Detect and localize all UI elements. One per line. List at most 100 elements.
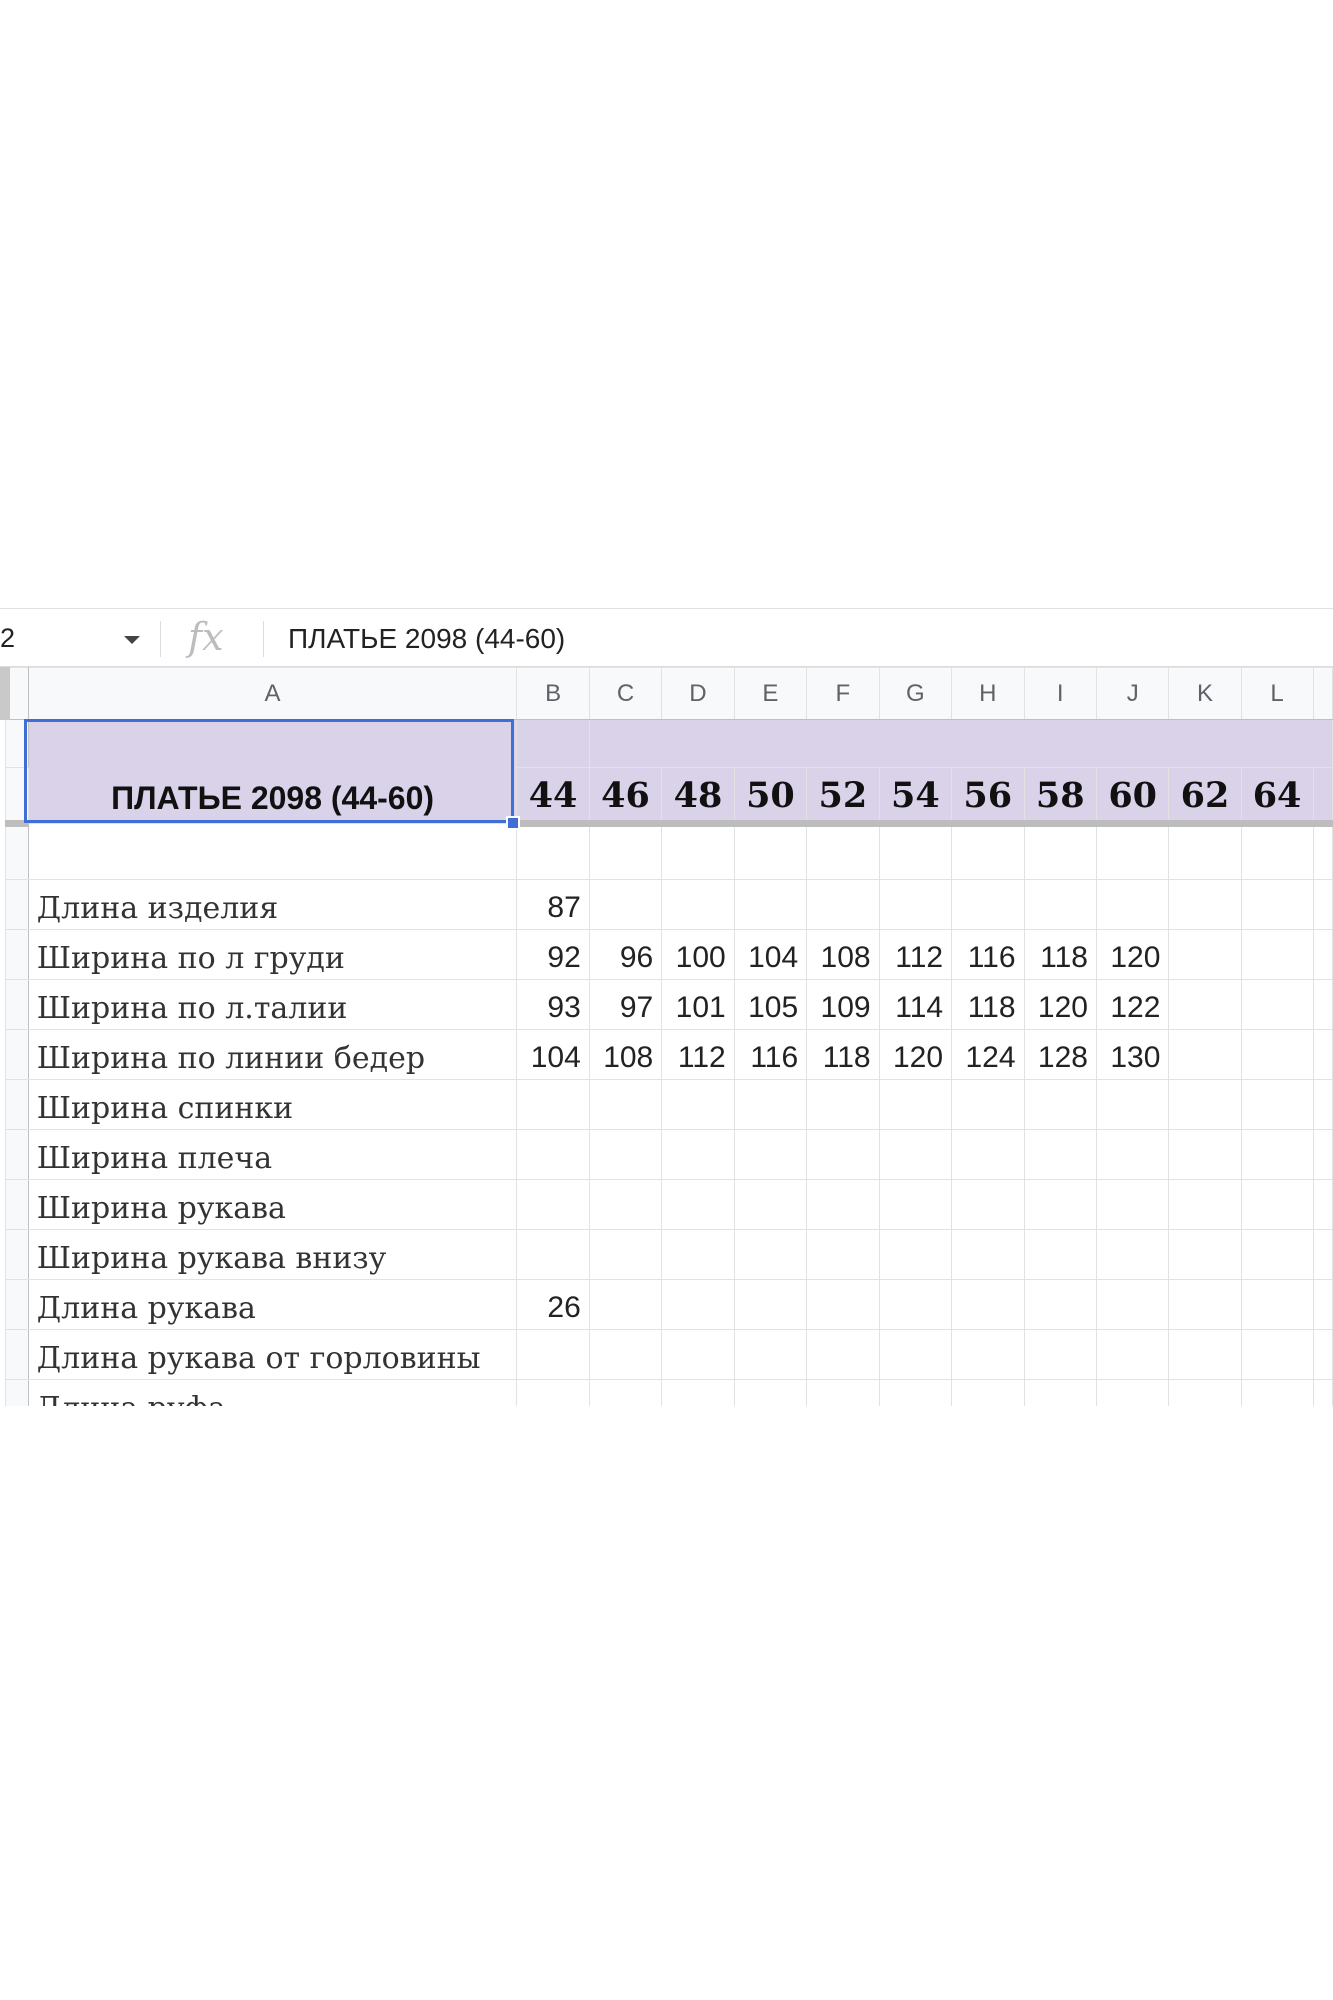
cell[interactable] (1312, 1279, 1333, 1330)
cell[interactable] (1240, 1029, 1314, 1080)
row-label[interactable]: Ширина по л груди (27, 929, 518, 980)
row-header[interactable] (4, 979, 29, 1030)
cell[interactable] (661, 1379, 735, 1406)
cell[interactable]: 118 (951, 979, 1025, 1030)
cell[interactable]: 104 (516, 1029, 590, 1080)
row-header[interactable] (4, 929, 29, 980)
cell[interactable]: 26 (516, 1279, 590, 1330)
cell[interactable]: 124 (951, 1029, 1025, 1080)
cell[interactable] (1023, 1179, 1097, 1230)
cell[interactable] (1312, 767, 1333, 827)
cell[interactable] (806, 1379, 880, 1406)
cell[interactable] (1312, 1179, 1333, 1230)
cell[interactable] (1240, 1129, 1314, 1180)
cell[interactable] (1168, 929, 1242, 980)
cell[interactable] (1240, 1229, 1314, 1280)
cell[interactable] (1023, 1129, 1097, 1180)
cell[interactable]: 128 (1023, 1029, 1097, 1080)
cell[interactable] (1168, 1379, 1242, 1406)
cell[interactable] (1312, 823, 1333, 880)
select-all-corner[interactable] (0, 667, 29, 720)
cell[interactable] (878, 1129, 953, 1180)
cell[interactable]: 108 (806, 929, 880, 980)
cell[interactable] (806, 1079, 880, 1130)
size-cell[interactable]: 62 (1168, 767, 1242, 827)
size-cell[interactable]: 64 (1240, 767, 1314, 827)
cell[interactable]: 116 (733, 1029, 808, 1080)
cell[interactable]: 104 (733, 929, 808, 980)
cell[interactable] (1168, 1129, 1242, 1180)
row-label[interactable]: Длина рукава от горловины (27, 1329, 518, 1380)
cell[interactable] (588, 879, 663, 930)
cell[interactable] (1312, 879, 1333, 930)
column-header[interactable]: B (516, 667, 590, 720)
size-cell[interactable]: 52 (806, 767, 880, 827)
row-header[interactable] (4, 879, 29, 930)
cell[interactable] (951, 879, 1025, 930)
cell[interactable] (733, 879, 808, 930)
row-header[interactable] (4, 1129, 29, 1180)
row-header[interactable] (4, 1179, 29, 1230)
column-header[interactable]: L (1240, 667, 1314, 720)
cell[interactable]: 112 (661, 1029, 735, 1080)
cell[interactable] (588, 823, 663, 880)
cell[interactable]: 122 (1095, 979, 1170, 1030)
cell[interactable] (1168, 1279, 1242, 1330)
row-label[interactable]: Ширина спинки (27, 1079, 518, 1130)
cell[interactable] (516, 1129, 590, 1180)
cell[interactable] (588, 1079, 663, 1130)
row-label[interactable]: Длина рукава (27, 1279, 518, 1330)
row-header[interactable] (4, 1029, 29, 1080)
row-header[interactable] (4, 1379, 29, 1406)
name-box[interactable]: 2 (0, 619, 155, 657)
cell[interactable] (1095, 823, 1170, 880)
cell[interactable]: 87 (516, 879, 590, 930)
row-label[interactable]: Ширина рукава внизу (27, 1229, 518, 1280)
cell[interactable] (588, 719, 1333, 768)
cell[interactable] (878, 1179, 953, 1230)
cell[interactable] (806, 1329, 880, 1380)
cell[interactable] (1168, 1029, 1242, 1080)
cell[interactable] (733, 1179, 808, 1230)
cell[interactable] (878, 1279, 953, 1330)
cell[interactable] (951, 1229, 1025, 1280)
cell[interactable] (588, 1179, 663, 1230)
cell[interactable]: 112 (878, 929, 953, 980)
cell[interactable]: 118 (806, 1029, 880, 1080)
cell[interactable] (878, 879, 953, 930)
cell[interactable]: 96 (588, 929, 663, 980)
cell[interactable]: 120 (1095, 929, 1170, 980)
cell[interactable] (951, 1379, 1025, 1406)
cell[interactable] (1312, 1379, 1333, 1406)
cell[interactable] (1240, 1079, 1314, 1130)
cell[interactable] (1023, 1329, 1097, 1380)
size-cell[interactable]: 46 (588, 767, 663, 827)
cell[interactable]: 114 (878, 979, 953, 1030)
cell[interactable] (1312, 1079, 1333, 1130)
cell[interactable] (516, 1379, 590, 1406)
cell[interactable] (516, 1329, 590, 1380)
row-header[interactable] (4, 1079, 29, 1130)
row-header[interactable] (4, 767, 29, 827)
cell[interactable] (1312, 1129, 1333, 1180)
formula-input[interactable]: ПЛАТЬЕ 2098 (44-60) (288, 619, 565, 659)
row-label[interactable]: Ширина рукава (27, 1179, 518, 1230)
column-header[interactable]: F (806, 667, 880, 720)
cell[interactable] (878, 1329, 953, 1380)
cell[interactable] (1023, 1279, 1097, 1330)
cell[interactable] (27, 823, 518, 880)
column-header[interactable]: H (951, 667, 1025, 720)
cell[interactable] (806, 1279, 880, 1330)
size-cell[interactable]: 58 (1023, 767, 1097, 827)
cell[interactable] (516, 1179, 590, 1230)
cell[interactable] (878, 823, 953, 880)
cell[interactable] (588, 1279, 663, 1330)
cell[interactable] (1023, 1379, 1097, 1406)
cell[interactable]: 100 (661, 929, 735, 980)
cell[interactable] (1312, 1329, 1333, 1380)
cell[interactable] (1095, 1179, 1170, 1230)
cell[interactable] (1240, 823, 1314, 880)
cell[interactable] (661, 1179, 735, 1230)
cell[interactable] (1312, 1029, 1333, 1080)
cell[interactable] (1168, 1179, 1242, 1230)
